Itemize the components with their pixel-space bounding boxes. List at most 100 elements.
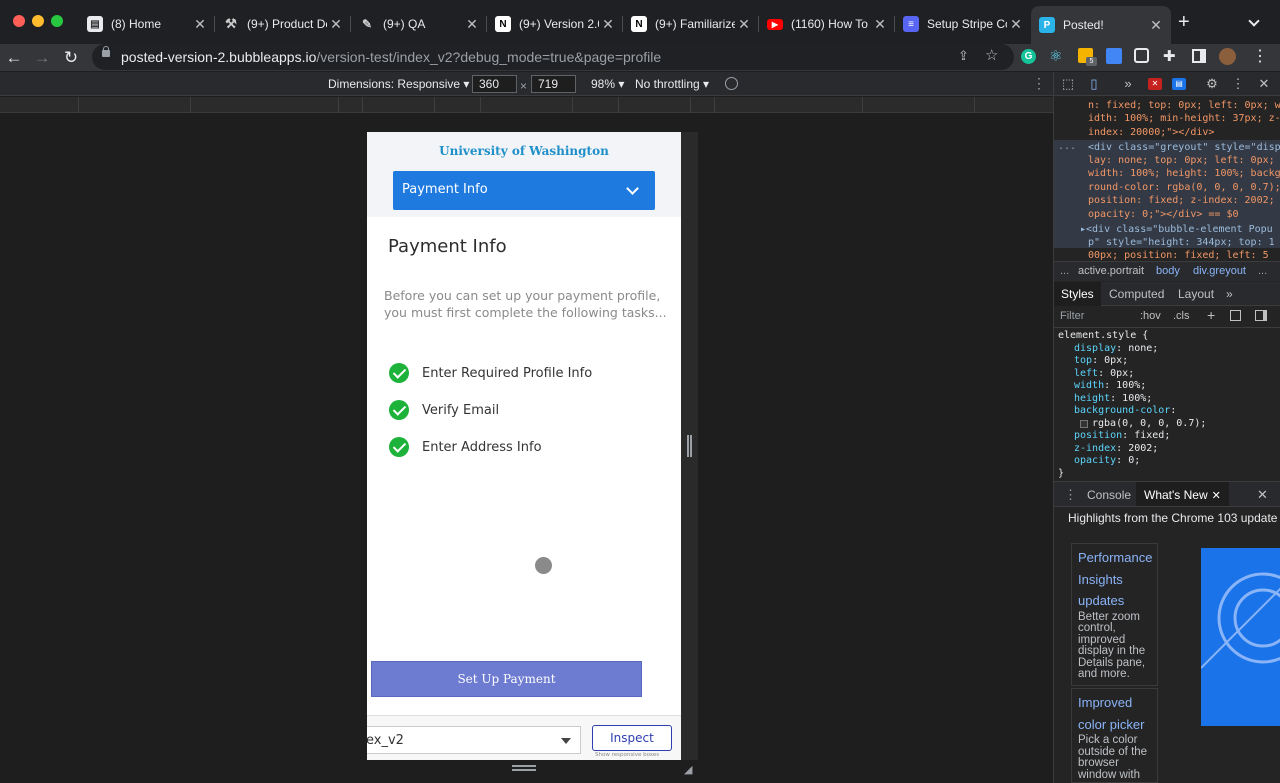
- tab-close-icon[interactable]: ✕: [327, 16, 345, 33]
- dimensions-dropdown[interactable]: Dimensions: Responsive ▾: [328, 77, 469, 91]
- browser-tab-active[interactable]: P Posted! ✕: [1031, 6, 1171, 44]
- tab-close-icon[interactable]: ✕: [1147, 17, 1165, 34]
- device-mode-icon[interactable]: ▯: [1086, 76, 1102, 92]
- tab-close-icon[interactable]: ✕: [599, 16, 617, 33]
- show-responsive-boxes-link[interactable]: Show responsive boxes: [595, 752, 659, 758]
- devtools-menu-icon[interactable]: ⋮: [1230, 76, 1246, 92]
- browser-menu-icon[interactable]: ⋮: [1252, 46, 1268, 66]
- set-up-payment-button[interactable]: Set Up Payment: [371, 661, 642, 697]
- close-devtools-icon[interactable]: ✕: [1256, 76, 1272, 92]
- resize-handle-bottom[interactable]: [512, 765, 536, 771]
- tab-whats-new[interactable]: What's New ✕: [1136, 482, 1229, 506]
- browser-tab[interactable]: ≡ Setup Stripe Co ✕: [895, 8, 1031, 40]
- new-rule-plus-icon[interactable]: +: [1207, 307, 1215, 323]
- zoom-dropdown[interactable]: 98% ▾: [591, 77, 624, 91]
- style-declaration[interactable]: width: 100%;: [1074, 380, 1146, 392]
- tab-computed[interactable]: Computed: [1109, 287, 1164, 301]
- settings-gear-icon[interactable]: ⚙: [1204, 76, 1220, 92]
- messages-badge-icon[interactable]: ▤: [1172, 78, 1186, 90]
- dom-line: <div class="greyout" style="disp: [1088, 142, 1280, 153]
- style-declaration[interactable]: rgba(0, 0, 0, 0.7);: [1080, 418, 1206, 430]
- feature-card[interactable]: Performance Insights updates Better zoom…: [1071, 543, 1158, 686]
- tab-search-chevron-icon[interactable]: [1248, 15, 1260, 27]
- tab-close-icon[interactable]: ✕: [735, 16, 753, 33]
- resize-corner-icon[interactable]: ◢: [684, 763, 692, 776]
- tab-more[interactable]: »: [1226, 287, 1233, 301]
- minimize-window-button[interactable]: [32, 15, 44, 27]
- style-declaration[interactable]: display: none;: [1074, 343, 1158, 355]
- tab-layout[interactable]: Layout: [1178, 287, 1214, 301]
- node-ellipsis-icon[interactable]: ...: [1058, 140, 1076, 153]
- element-style-rule[interactable]: element.style { display: none; top: 0px;…: [1054, 330, 1280, 480]
- style-declaration[interactable]: height: 100%;: [1074, 393, 1152, 405]
- breadcrumb-item[interactable]: div.greyout: [1193, 265, 1246, 277]
- inspect-button[interactable]: Inspect: [592, 725, 672, 751]
- reload-icon[interactable]: ↻: [60, 47, 82, 69]
- device-toolbar-menu-icon[interactable]: ⋮: [1032, 75, 1046, 92]
- address-bar[interactable]: posted-version-2.bubbleapps.io/version-t…: [92, 44, 1014, 70]
- paint-icon[interactable]: [1230, 310, 1241, 321]
- new-tab-plus-icon[interactable]: +: [1178, 12, 1190, 32]
- browser-tab[interactable]: ▤ (8) Home ✕: [79, 8, 215, 40]
- browser-tab-strip: ▤ (8) Home ✕ ⚒ (9+) Product De ✕ ✎ (9+) …: [0, 0, 1280, 44]
- hov-toggle[interactable]: :hov: [1140, 310, 1161, 322]
- errors-badge-icon[interactable]: ✕: [1148, 78, 1162, 90]
- dom-line: ▸<div class="bubble-element Popu: [1080, 224, 1273, 235]
- window-extension-icon[interactable]: [1106, 48, 1122, 64]
- filter-input[interactable]: Filter: [1060, 310, 1084, 322]
- bookmark-star-icon[interactable]: ☆: [985, 46, 998, 64]
- style-declaration[interactable]: z-index: 2002;: [1074, 443, 1158, 455]
- sidebar-toggle-icon[interactable]: [1255, 310, 1267, 321]
- breadcrumb-item[interactable]: ...: [1258, 265, 1267, 277]
- tab-close-icon[interactable]: ✕: [191, 16, 209, 33]
- rotate-device-icon[interactable]: [725, 77, 738, 90]
- close-tab-icon[interactable]: ✕: [1212, 490, 1221, 502]
- page-select[interactable]: ex_v2: [367, 726, 581, 754]
- maximize-window-button[interactable]: [51, 15, 63, 27]
- profile-avatar[interactable]: [1219, 48, 1236, 65]
- style-declaration[interactable]: top: 0px;: [1074, 355, 1128, 367]
- close-drawer-icon[interactable]: ✕: [1257, 487, 1268, 503]
- tab-styles[interactable]: Styles: [1054, 282, 1101, 306]
- elements-dom-tree[interactable]: ... n: fixed; top: 0px; left: 0px; w idt…: [1054, 97, 1280, 262]
- close-window-button[interactable]: [13, 15, 25, 27]
- device-height-input[interactable]: 719: [531, 75, 576, 93]
- forward-arrow-icon[interactable]: →: [31, 47, 53, 69]
- grammarly-extension-icon[interactable]: G: [1021, 49, 1036, 64]
- color-swatch-icon[interactable]: [1080, 420, 1088, 428]
- drawer-menu-icon[interactable]: ⋮: [1064, 487, 1077, 503]
- react-extension-icon[interactable]: ⚛: [1049, 47, 1062, 65]
- share-icon[interactable]: ⇪: [958, 48, 969, 64]
- tab-close-icon[interactable]: ✕: [1007, 16, 1025, 33]
- style-declaration[interactable]: position: fixed;: [1074, 430, 1170, 442]
- browser-tab[interactable]: N (9+) Version 2.0 ✕: [487, 8, 623, 40]
- device-width-input[interactable]: 360: [472, 75, 517, 93]
- tab-console[interactable]: Console: [1087, 488, 1131, 502]
- sidebar-icon[interactable]: [1192, 49, 1206, 63]
- cls-toggle[interactable]: .cls: [1173, 310, 1190, 322]
- browser-tab[interactable]: ⚒ (9+) Product De ✕: [215, 8, 351, 40]
- resize-handle-right[interactable]: [687, 435, 692, 457]
- browser-tab[interactable]: ▶ (1160) How To I ✕: [759, 8, 895, 40]
- back-arrow-icon[interactable]: ←: [3, 47, 25, 69]
- style-declaration[interactable]: opacity: 0;: [1074, 455, 1140, 467]
- breadcrumb-item[interactable]: body: [1156, 265, 1180, 277]
- tab-close-icon[interactable]: ✕: [871, 16, 889, 33]
- browser-tab[interactable]: ✎ (9+) QA ✕: [351, 8, 487, 40]
- url-text[interactable]: posted-version-2.bubbleapps.io/version-t…: [121, 49, 661, 65]
- grid-extension-icon[interactable]: [1134, 48, 1149, 63]
- throttling-dropdown[interactable]: No throttling ▾: [635, 77, 709, 91]
- media-query-ruler[interactable]: [0, 97, 1053, 113]
- breadcrumb-item[interactable]: ...: [1060, 265, 1069, 277]
- breadcrumb-item[interactable]: active.portrait: [1078, 265, 1144, 277]
- more-panels-icon[interactable]: »: [1120, 76, 1136, 92]
- section-dropdown[interactable]: Payment Info: [393, 171, 655, 210]
- extensions-puzzle-icon[interactable]: ✚: [1163, 47, 1176, 65]
- style-declaration[interactable]: left: 0px;: [1074, 368, 1134, 380]
- inspect-element-icon[interactable]: ⬚: [1060, 76, 1076, 92]
- style-declaration[interactable]: background-color:: [1074, 405, 1176, 417]
- browser-tab[interactable]: N (9+) Familiarize ✕: [623, 8, 759, 40]
- feature-card[interactable]: Improved color picker Pick a color outsi…: [1071, 688, 1158, 783]
- tab-close-icon[interactable]: ✕: [463, 16, 481, 33]
- ruler-segment: [714, 97, 715, 113]
